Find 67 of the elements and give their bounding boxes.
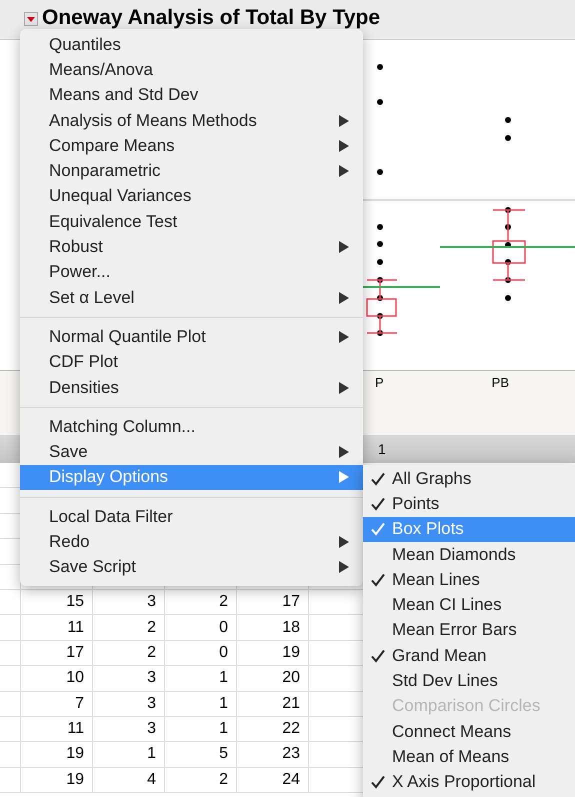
- menu-item[interactable]: CDF Plot: [20, 350, 363, 375]
- menu-item[interactable]: Connect Means: [363, 718, 575, 744]
- menu-item[interactable]: Nonparametric: [20, 158, 363, 184]
- table-cell: 0: [219, 644, 228, 662]
- menu-item[interactable]: Mean Diamonds: [363, 542, 575, 568]
- menu-item[interactable]: Mean Error Bars: [363, 618, 575, 644]
- menu-item[interactable]: Redo: [20, 529, 363, 555]
- menu-item[interactable]: Equivalence Test: [20, 209, 363, 234]
- menu-item: Comparison Circles: [391, 695, 542, 718]
- table-cell: 1: [219, 694, 228, 713]
- table-cell: 2: [219, 593, 228, 612]
- table-cell: 17: [66, 644, 84, 662]
- table-cell: 7: [75, 694, 84, 713]
- menu-item[interactable]: X Axis Proportional: [363, 770, 575, 795]
- table-cell: 17: [282, 593, 300, 612]
- table-cell: 2: [147, 644, 156, 662]
- table-cell: 11: [67, 618, 84, 637]
- table-cell: 20: [282, 669, 300, 688]
- menu-item[interactable]: Quantiles: [20, 32, 363, 58]
- menu-item[interactable]: Mean Lines: [363, 567, 575, 592]
- axis-label: P: [375, 375, 384, 392]
- menu-item[interactable]: Compare Means: [20, 133, 363, 158]
- table-cell: 23: [282, 745, 300, 764]
- menu-item[interactable]: Normal Quantile Plot: [20, 324, 363, 350]
- menu-item[interactable]: All Graphs: [363, 466, 575, 492]
- menu-item[interactable]: Means and Std Dev: [20, 82, 363, 108]
- menu-item[interactable]: Unequal Variances: [20, 184, 363, 210]
- menu-item[interactable]: Matching Column...: [20, 414, 363, 440]
- menu-item[interactable]: Power...: [20, 260, 363, 285]
- table-cell: 24: [282, 770, 300, 789]
- table-cell: 3: [147, 694, 156, 713]
- menu-item[interactable]: Std Dev Lines: [363, 668, 575, 694]
- table-cell: 3: [147, 720, 156, 738]
- menu-item[interactable]: Mean of Means: [363, 744, 575, 770]
- table-cell: 10: [66, 669, 84, 688]
- menu-item[interactable]: Robust: [20, 234, 363, 260]
- table-cell: 2: [219, 770, 228, 789]
- menu-item[interactable]: Local Data Filter: [20, 504, 363, 530]
- menu-item[interactable]: Grand Mean: [363, 643, 575, 668]
- table-cell: 5: [219, 745, 228, 764]
- report-title: Oneway Analysis of Total By Type: [42, 6, 380, 30]
- table-cell: 19: [66, 770, 84, 789]
- table-cell: 1: [147, 745, 156, 764]
- menu-item[interactable]: Points: [363, 491, 575, 517]
- menu-item[interactable]: Mean CI Lines: [363, 592, 575, 618]
- menu-item[interactable]: Analysis of Means Methods: [20, 108, 363, 134]
- table-cell: 3: [147, 669, 156, 688]
- table-cell: 1: [219, 720, 228, 738]
- table-cell: 4: [147, 770, 156, 789]
- table-cell: 15: [66, 593, 84, 612]
- axis-label: PB: [492, 375, 510, 392]
- table-cell: 0: [219, 618, 228, 637]
- table-cell: 21: [282, 694, 300, 713]
- menu-item[interactable]: Save Script: [20, 554, 363, 580]
- table-cell: 19: [282, 644, 300, 662]
- menu-item[interactable]: Densities: [20, 374, 363, 400]
- table-cell: 1: [219, 669, 228, 688]
- table-cell: 3: [147, 593, 156, 612]
- table-cell: 2: [147, 618, 156, 637]
- table-cell: 19: [66, 745, 84, 764]
- menu-item[interactable]: Means/Anova: [20, 57, 363, 83]
- table-cell: 11: [67, 720, 84, 738]
- table-cell: 18: [282, 618, 300, 637]
- menu-item[interactable]: Save: [20, 439, 363, 465]
- menu-item[interactable]: Set α Level: [20, 284, 363, 310]
- column-header[interactable]: 1: [378, 441, 386, 457]
- table-cell: 22: [282, 720, 300, 738]
